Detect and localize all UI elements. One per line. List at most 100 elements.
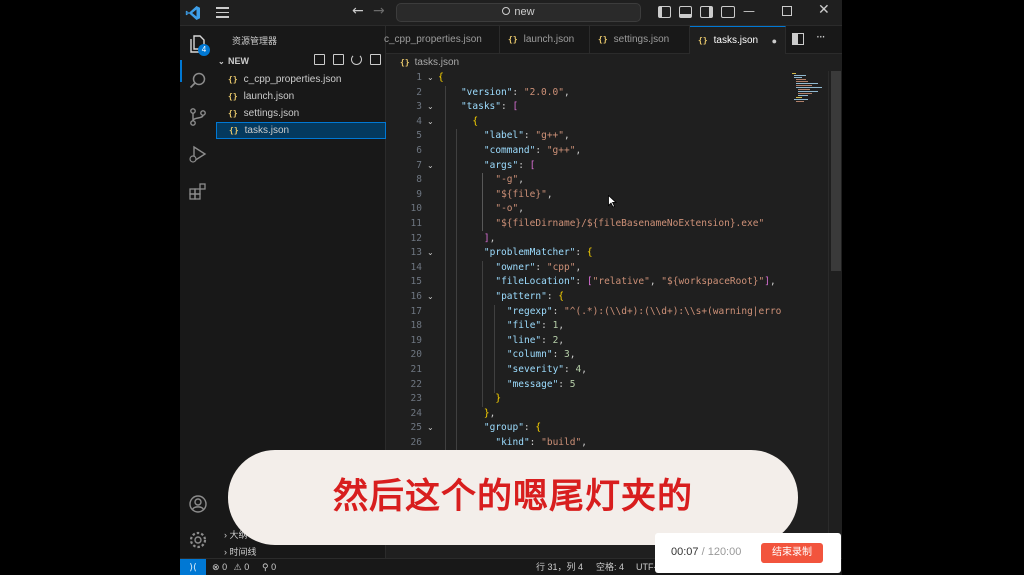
line-number: 11 — [410, 218, 422, 229]
active-indicator — [180, 60, 182, 82]
code-line: "message": 5 — [506, 378, 576, 390]
command-center-search[interactable]: new — [396, 3, 641, 22]
line-number: 4 — [416, 115, 422, 127]
code-line: "group": { — [483, 422, 542, 434]
recording-timer: 00:07 / 120:00 — [671, 546, 742, 558]
account-icon[interactable] — [188, 494, 208, 514]
json-file-icon: {} — [698, 36, 708, 45]
chevron-down-icon: ⌄ — [218, 57, 225, 66]
close-icon[interactable]: ✕ — [818, 2, 830, 18]
customize-layout-icon[interactable] — [721, 6, 735, 18]
line-number: 6 — [416, 145, 422, 156]
search-icon[interactable] — [188, 71, 208, 91]
tab-launch[interactable]: {} launch.json — [500, 26, 590, 54]
code-line: } — [495, 393, 502, 405]
screen-recorder-widget: 00:07 / 120:00 结束录制 — [655, 533, 841, 573]
search-text: new — [514, 6, 535, 18]
file-item-settings[interactable]: {} settings.json — [216, 105, 386, 122]
toggle-panel-icon[interactable] — [679, 6, 692, 18]
new-file-icon[interactable] — [314, 54, 325, 65]
tab-settings[interactable]: {} settings.json — [590, 26, 690, 54]
code-line: "args": [ — [483, 159, 536, 171]
line-number: 2 — [416, 86, 422, 98]
unsaved-dot-icon[interactable]: ● — [772, 27, 777, 55]
error-icon: ⊗ — [212, 562, 220, 572]
line-number: 7 — [416, 159, 422, 171]
run-debug-icon[interactable] — [188, 144, 208, 164]
line-number: 1 — [416, 72, 422, 83]
collapse-all-icon[interactable] — [370, 54, 381, 65]
ports-status[interactable]: ⚲ 0 — [262, 559, 276, 575]
encoding-status[interactable]: UTF- — [636, 559, 657, 575]
line-number: 13 — [410, 247, 422, 259]
source-control-icon[interactable] — [188, 107, 208, 127]
code-line: "regexp": "^(.*):(\\d+):(\\d+):\\s+(warn… — [506, 305, 782, 317]
title-bar: ← → new — ✕ — [180, 0, 842, 26]
folder-header[interactable]: ⌄ NEW — [218, 56, 249, 66]
code-line: "tasks": [ — [460, 101, 519, 113]
json-file-icon: {} — [228, 75, 238, 84]
stop-recording-button[interactable]: 结束录制 — [761, 543, 823, 563]
fold-chevron-icon[interactable]: ⌄ — [427, 115, 434, 130]
editor-scrollbar[interactable] — [828, 71, 842, 558]
json-file-icon: {} — [228, 109, 238, 118]
fold-chevron-icon[interactable]: ⌄ — [427, 100, 434, 115]
code-line: "version": "2.0.0", — [460, 86, 570, 98]
fold-chevron-icon[interactable]: ⌄ — [427, 246, 434, 261]
file-item-launch[interactable]: {} launch.json — [216, 88, 386, 105]
toggle-primary-sidebar-icon[interactable] — [658, 6, 671, 18]
breadcrumb[interactable]: {} tasks.json — [386, 54, 842, 71]
tab-c-cpp-properties[interactable]: c_cpp_properties.json — [376, 26, 500, 54]
fold-chevron-icon[interactable]: ⌄ — [427, 159, 434, 174]
cursor-position[interactable]: 行 31，列 4 — [536, 559, 583, 575]
file-item-c-cpp-properties[interactable]: {} c_cpp_properties.json — [216, 71, 386, 88]
extensions-icon[interactable] — [188, 181, 208, 201]
arrow-left-icon[interactable]: ← — [352, 3, 364, 19]
fold-chevron-icon[interactable]: ⌄ — [427, 290, 434, 305]
minimize-icon[interactable]: — — [743, 4, 755, 18]
line-number: 3 — [416, 101, 422, 113]
file-item-tasks[interactable]: {} tasks.json — [216, 122, 386, 139]
code-line: "line": 2, — [506, 334, 565, 346]
fold-chevron-icon[interactable]: ⌄ — [427, 71, 434, 86]
folder-name: NEW — [228, 56, 249, 66]
manage-gear-icon[interactable] — [188, 530, 208, 550]
tab-tasks[interactable]: {} tasks.json ● — [690, 26, 786, 54]
code-line: "severity": 4, — [506, 364, 587, 375]
arrow-right-icon[interactable]: → — [373, 3, 385, 19]
code-line: "owner": "cpp", — [495, 261, 582, 273]
scrollbar-thumb[interactable] — [831, 71, 841, 271]
editor-tabs: c_cpp_properties.json {} launch.json {} se… — [384, 26, 842, 54]
code-line: "${fileDirname}/${fileBasenameNoExtensio… — [495, 218, 765, 229]
line-number: 12 — [410, 232, 422, 244]
timeline-section[interactable]: › 时间线 — [224, 545, 257, 558]
problems-status[interactable]: ⊗ 0 ⚠ 0 — [212, 559, 249, 575]
json-file-icon: {} — [598, 35, 608, 44]
indentation-status[interactable]: 空格: 4 — [596, 559, 624, 575]
json-file-icon: {} — [229, 126, 239, 135]
mouse-cursor-icon — [608, 195, 617, 208]
new-folder-icon[interactable] — [333, 54, 344, 65]
refresh-icon[interactable] — [351, 54, 362, 65]
line-number: 23 — [410, 393, 422, 405]
line-number: 17 — [410, 305, 422, 317]
code-line: "kind": "build", — [495, 437, 587, 448]
line-number: 16 — [410, 291, 422, 302]
code-line: "-o", — [495, 203, 524, 215]
menu-icon[interactable] — [214, 4, 232, 22]
split-editor-icon[interactable] — [792, 33, 804, 45]
maximize-icon[interactable] — [782, 6, 792, 16]
fold-chevron-icon[interactable]: ⌄ — [427, 421, 434, 436]
line-number: 20 — [410, 349, 422, 361]
remote-icon[interactable]: ⟩⟨ — [180, 559, 206, 575]
toggle-secondary-sidebar-icon[interactable] — [700, 6, 713, 18]
more-actions-icon[interactable]: ··· — [816, 30, 826, 44]
code-line: "problemMatcher": { — [483, 247, 593, 259]
code-line: { — [438, 72, 444, 83]
line-number: 21 — [410, 364, 422, 375]
line-number: 24 — [410, 407, 422, 419]
line-number: 10 — [410, 203, 422, 215]
code-line: ], — [483, 232, 496, 244]
line-number: 18 — [410, 320, 422, 332]
code-line: }, — [483, 407, 496, 419]
